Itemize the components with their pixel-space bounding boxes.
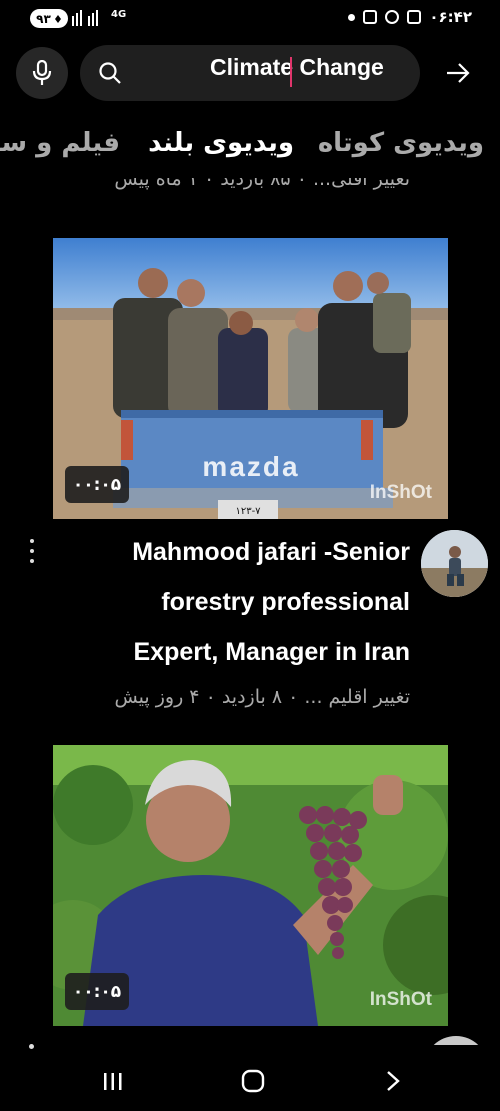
recents-button[interactable] xyxy=(93,1064,133,1098)
battery-level: ۹۳ xyxy=(36,11,51,26)
instagram-icon xyxy=(363,10,378,24)
text-caret xyxy=(290,57,292,87)
more-vert-icon xyxy=(30,539,34,543)
channel-avatar[interactable] xyxy=(421,530,488,597)
mic-icon xyxy=(32,60,52,85)
notification-dot-icon xyxy=(348,13,356,21)
video-title[interactable]: Mahmood jafari -Senior forestry professi… xyxy=(70,527,410,677)
duration-badge: ۰۰:۰۵ xyxy=(65,466,129,503)
plate-text: ۱۲۳-۷ xyxy=(235,506,261,517)
back-icon xyxy=(387,1071,400,1091)
home-icon xyxy=(241,1069,265,1093)
battery-indicator: ۹۳ xyxy=(30,9,68,28)
video-thumbnail[interactable]: mazda ۱۲۳-۷ ۰۰:۰۵ InShOt xyxy=(53,238,448,519)
more-options-button[interactable] xyxy=(29,1044,34,1049)
network-type: 4G xyxy=(111,9,127,20)
watermark-text: InShOt xyxy=(369,482,432,503)
home-button[interactable] xyxy=(233,1064,273,1098)
filter-tabs: ویدیوی کوتاه ویدیوی بلند فیلم و سریال xyxy=(0,122,500,176)
tab-short-videos[interactable]: ویدیوی کوتاه xyxy=(318,128,484,158)
blocked-icon xyxy=(385,10,400,24)
tab-long-videos[interactable]: ویدیوی بلند xyxy=(148,128,294,158)
battery-saver-icon xyxy=(54,14,61,23)
watermark-text: InShOt xyxy=(369,989,432,1010)
avatar-photo xyxy=(421,530,488,597)
search-icon xyxy=(99,62,121,84)
system-nav-bar xyxy=(0,1050,500,1111)
tab-movies-series[interactable]: فیلم و سریال xyxy=(0,128,120,158)
search-input[interactable] xyxy=(210,49,410,85)
recents-icon xyxy=(104,1073,122,1090)
voice-search-button[interactable] xyxy=(16,47,68,99)
clock: ۰۶:۴۲ xyxy=(429,8,472,26)
status-bar: ۹۳ 4G ۰۶:۴۲ xyxy=(0,0,500,36)
message-icon xyxy=(407,10,422,24)
submit-search-button[interactable] xyxy=(438,52,478,94)
previous-video-meta: تغییر اقلی... ۰ ۸۵ بازدید ۰ ۱ ماه پیش xyxy=(114,178,410,190)
duration-badge: ۰۰:۰۵ xyxy=(65,973,129,1010)
search-bar[interactable] xyxy=(80,45,420,101)
video-thumbnail[interactable]: ۰۰:۰۵ InShOt xyxy=(53,745,448,1026)
more-options-button[interactable] xyxy=(22,536,42,566)
arrow-right-icon xyxy=(447,63,470,83)
video-meta: تغییر اقلیم ... ۰ ۸ بازدید ۰ ۴ روز پیش xyxy=(114,686,410,708)
back-button[interactable] xyxy=(373,1064,413,1098)
truck-brand-text: mazda xyxy=(202,451,299,482)
